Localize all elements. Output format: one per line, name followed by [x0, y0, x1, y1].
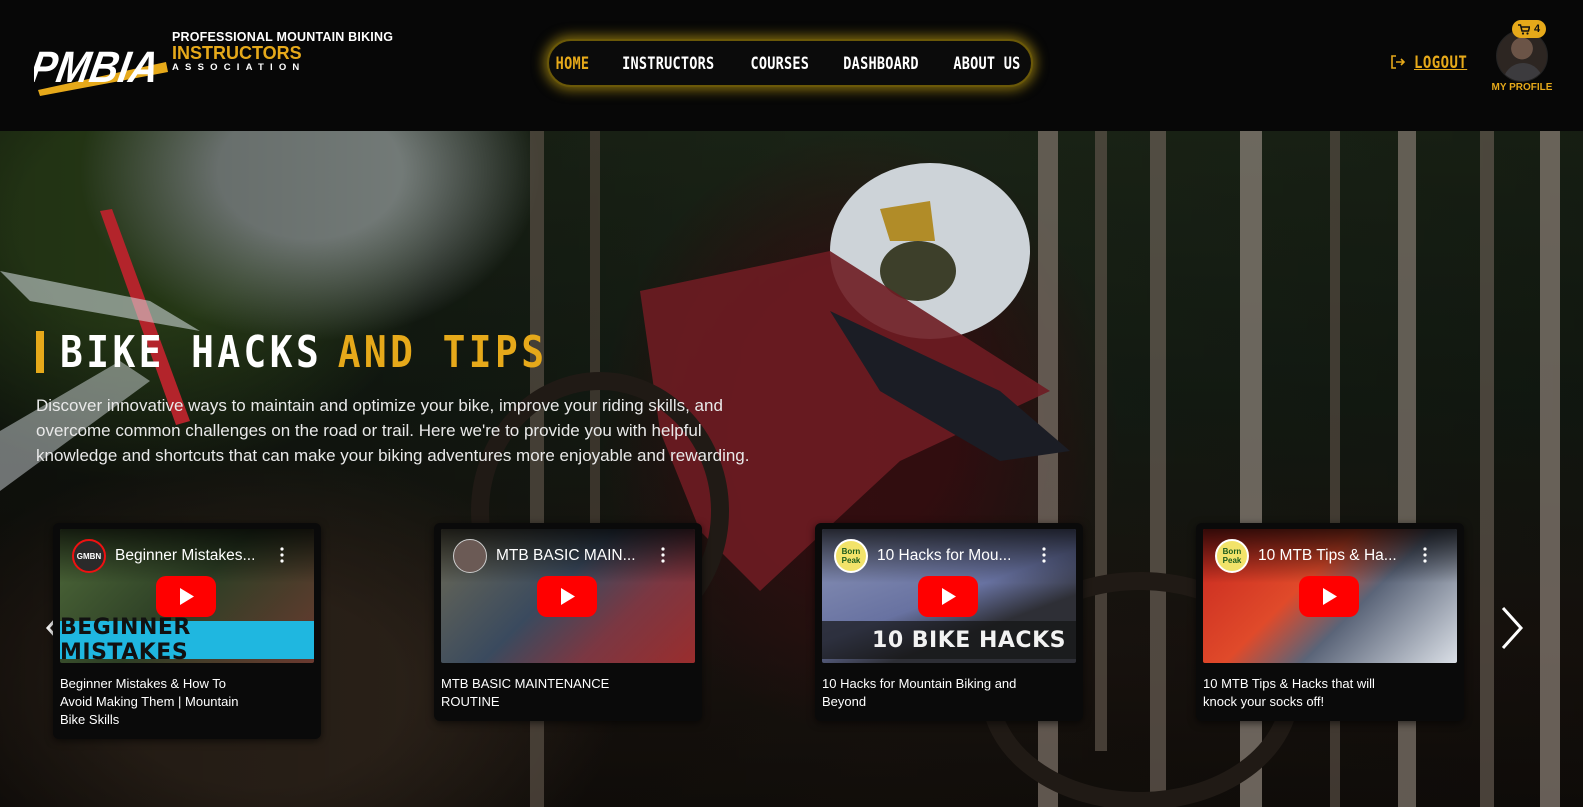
logo-wordmark: PROFESSIONAL MOUNTAIN BIKING INSTRUCTORS…: [172, 30, 393, 74]
play-icon[interactable]: [156, 576, 216, 617]
nav-courses[interactable]: COURSES: [750, 54, 809, 73]
kebab-menu-icon[interactable]: [661, 547, 665, 563]
site-header: PMBIA PROFESSIONAL MOUNTAIN BIKING INSTR…: [0, 0, 1583, 131]
profile-menu[interactable]: 4 MY PROFILE: [1488, 20, 1560, 102]
thumbnail-banner: [441, 621, 695, 659]
video-overlay-title[interactable]: MTB BASIC MAIN...: [496, 547, 666, 565]
logout-icon: [1391, 55, 1406, 69]
hero-title-white: BIKE HACKS: [60, 326, 323, 378]
video-card[interactable]: MTB BASIC MAIN... MTB BASIC MAINTENANCE …: [434, 523, 702, 721]
channel-avatar[interactable]: GMBN: [72, 539, 106, 573]
video-overlay-title[interactable]: 10 MTB Tips & Ha...: [1258, 547, 1428, 565]
play-icon[interactable]: [1299, 576, 1359, 617]
nav-about-us[interactable]: ABOUT US: [953, 54, 1020, 73]
video-caption[interactable]: 10 MTB Tips & Hacks that will knock your…: [1203, 675, 1403, 711]
nav-dashboard[interactable]: DASHBOARD: [843, 54, 919, 73]
video-caption[interactable]: MTB BASIC MAINTENANCE ROUTINE: [441, 675, 641, 711]
video-card[interactable]: GMBN Beginner Mistakes... BEGINNER MISTA…: [53, 523, 321, 739]
svg-text:PMBIA: PMBIA: [34, 43, 163, 92]
hero-heading: BIKE HACKS AND TIPS: [60, 327, 547, 378]
thumbnail-banner: [1203, 621, 1457, 659]
logo-line-1: PROFESSIONAL MOUNTAIN BIKING: [172, 30, 394, 44]
channel-avatar[interactable]: [453, 539, 487, 573]
hero-description: Discover innovative ways to maintain and…: [36, 396, 750, 465]
play-icon[interactable]: [918, 576, 978, 617]
nav-home[interactable]: HOME: [556, 54, 590, 73]
kebab-menu-icon[interactable]: [1042, 547, 1046, 563]
thumbnail-banner: BEGINNER MISTAKES: [60, 615, 314, 663]
title-accent-bar: [36, 331, 44, 373]
hero-title: BIKE HACKS AND TIPS: [36, 327, 627, 378]
cart-count: 4: [1534, 23, 1541, 35]
video-card[interactable]: Born Peak 10 Hacks for Mou... 10 BIKE HA…: [815, 523, 1083, 721]
logout-label: LOGOUT: [1414, 52, 1468, 72]
kebab-menu-icon[interactable]: [1423, 547, 1427, 563]
video-thumbnail[interactable]: GMBN Beginner Mistakes... BEGINNER MISTA…: [60, 529, 314, 663]
channel-avatar[interactable]: Born Peak: [834, 539, 868, 573]
logo-line-2: INSTRUCTORS: [172, 43, 302, 63]
hero-title-yellow: AND TIPS: [337, 326, 548, 378]
pmbia-logo-mark: PMBIA: [34, 43, 168, 96]
cart-badge[interactable]: 4: [1512, 20, 1547, 38]
my-profile-link[interactable]: MY PROFILE: [1482, 82, 1562, 93]
nav-instructors[interactable]: INSTRUCTORS: [622, 54, 714, 73]
main-nav: HOME INSTRUCTORS COURSES DASHBOARD ABOUT…: [547, 39, 1033, 87]
channel-avatar[interactable]: Born Peak: [1215, 539, 1249, 573]
video-card[interactable]: Born Peak 10 MTB Tips & Ha... 10 MTB Tip…: [1196, 523, 1464, 721]
video-overlay-title[interactable]: Beginner Mistakes...: [115, 547, 285, 565]
avatar-figure: [1503, 63, 1543, 81]
video-caption[interactable]: Beginner Mistakes & How To Avoid Making …: [60, 675, 260, 729]
cart-icon: [1518, 23, 1530, 35]
chevron-right-icon[interactable]: [1497, 606, 1527, 650]
logout-button[interactable]: LOGOUT: [1390, 50, 1477, 74]
thumbnail-banner: 10 BIKE HACKS: [822, 621, 1076, 659]
video-thumbnail[interactable]: Born Peak 10 Hacks for Mou... 10 BIKE HA…: [822, 529, 1076, 663]
hero-section: BIKE HACKS AND TIPS Discover innovative w…: [0, 131, 1583, 807]
video-overlay-title[interactable]: 10 Hacks for Mou...: [877, 547, 1047, 565]
site-logo[interactable]: PMBIA PROFESSIONAL MOUNTAIN BIKING INSTR…: [34, 26, 404, 100]
video-thumbnail[interactable]: MTB BASIC MAIN...: [441, 529, 695, 663]
logo-line-3: ASSOCIATION: [172, 62, 306, 73]
video-caption[interactable]: 10 Hacks for Mountain Biking and Beyond: [822, 675, 1022, 711]
play-icon[interactable]: [537, 576, 597, 617]
video-thumbnail[interactable]: Born Peak 10 MTB Tips & Ha...: [1203, 529, 1457, 663]
kebab-menu-icon[interactable]: [280, 547, 284, 563]
